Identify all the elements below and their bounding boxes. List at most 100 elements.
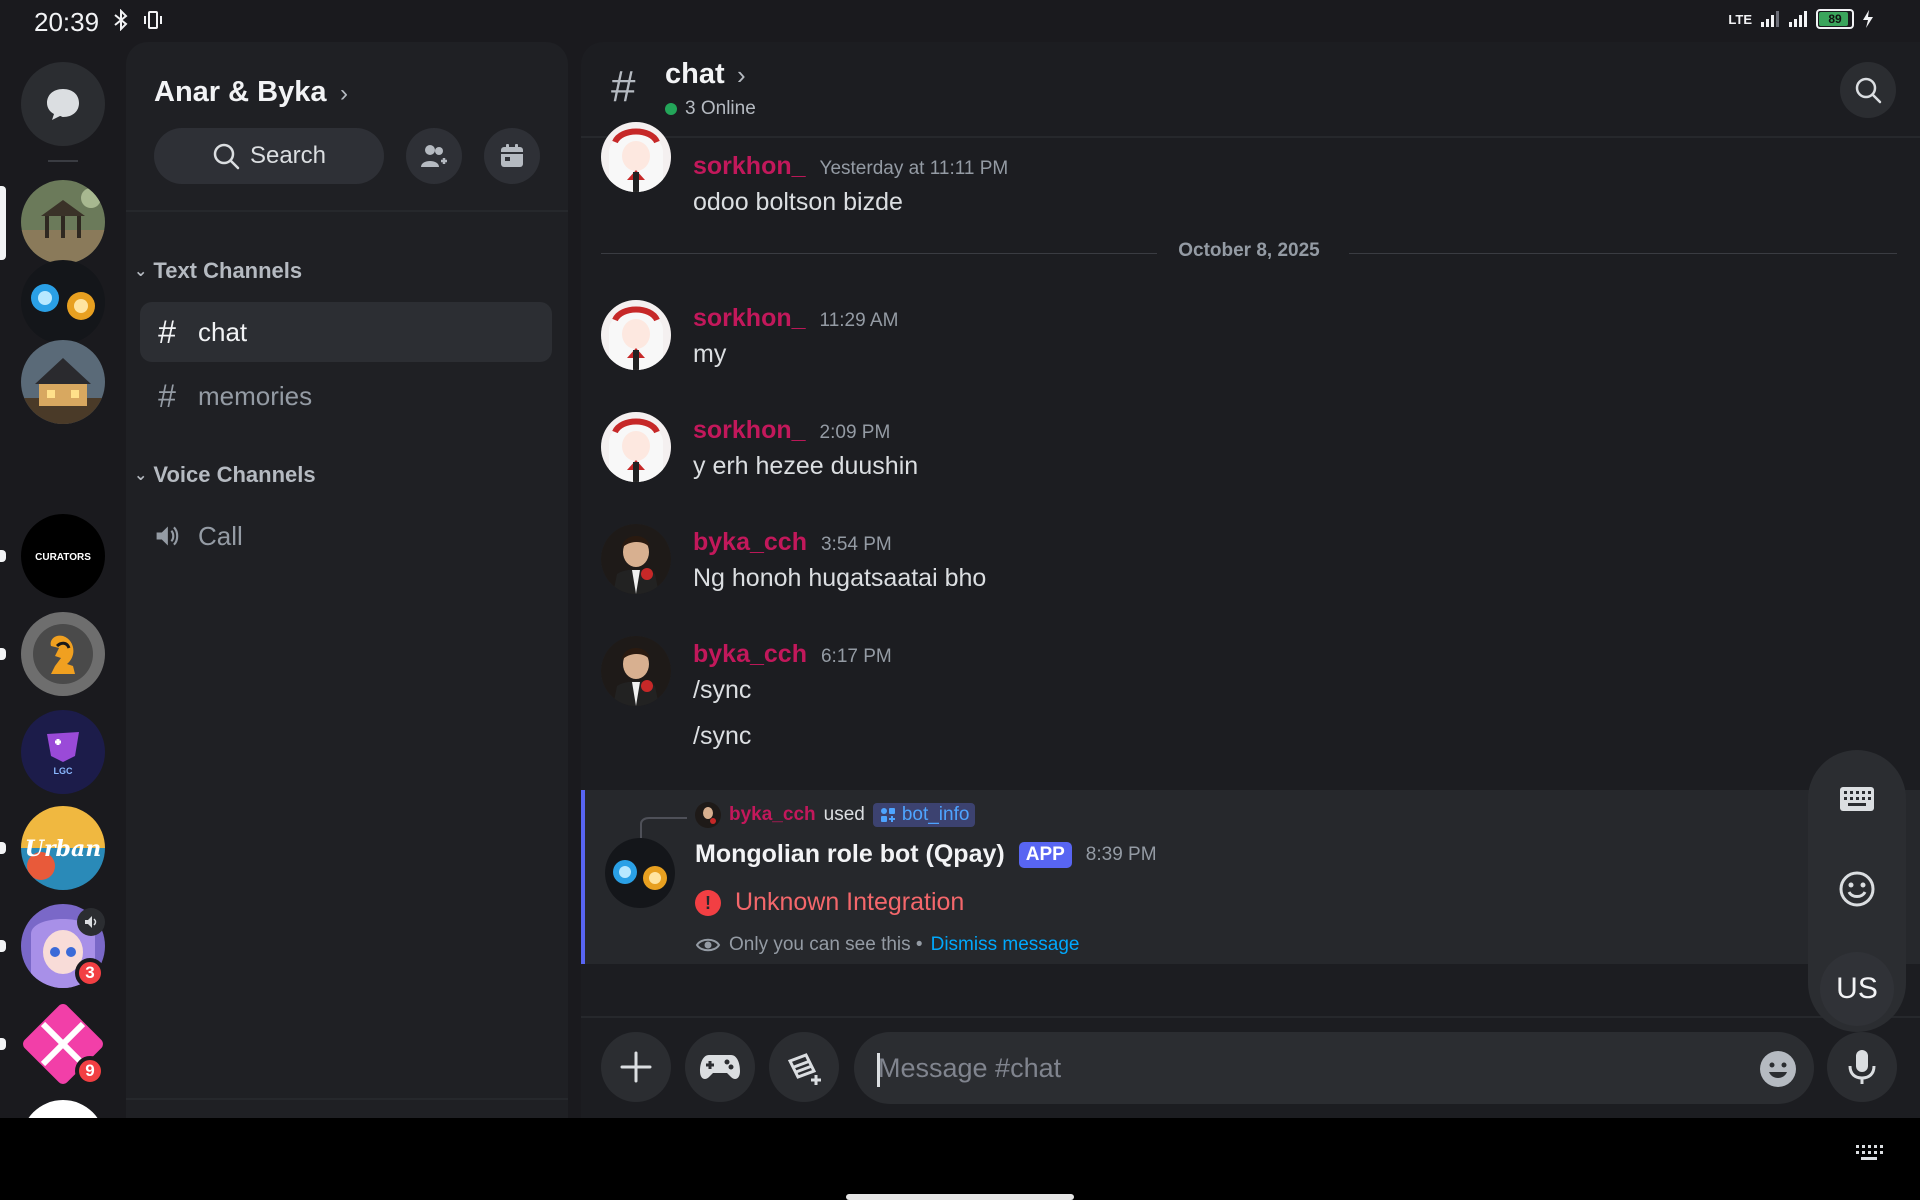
server-urban[interactable]: Urban bbox=[21, 806, 105, 890]
avatar[interactable] bbox=[601, 300, 671, 370]
server-tiktok-icon bbox=[28, 1100, 98, 1118]
system-navigation-bar bbox=[0, 1118, 1920, 1200]
message[interactable]: byka_cch 6:17 PM /sync /sync bbox=[601, 636, 1901, 776]
divider bbox=[126, 210, 568, 212]
keyboard-button[interactable] bbox=[1808, 774, 1906, 824]
unread-indicator bbox=[0, 842, 6, 854]
server-house[interactable] bbox=[21, 340, 105, 424]
emoji-keyboard-button[interactable] bbox=[1808, 864, 1906, 914]
channel-chat[interactable]: # chat bbox=[140, 302, 552, 362]
channel-memories[interactable]: # memories bbox=[140, 366, 552, 426]
dismiss-message-link[interactable]: Dismiss message bbox=[931, 934, 1080, 956]
username[interactable]: byka_cch bbox=[693, 528, 807, 557]
signal-icon bbox=[1761, 11, 1779, 27]
avatar[interactable] bbox=[601, 122, 671, 192]
server-anime[interactable]: 3 bbox=[21, 904, 105, 988]
server-curators-label: CURATORS bbox=[35, 552, 91, 563]
message-text: my bbox=[693, 340, 727, 368]
server-lgc-label: LGC bbox=[54, 766, 73, 776]
message-input[interactable] bbox=[854, 1032, 1814, 1104]
username[interactable]: sorkhon_ bbox=[693, 416, 806, 445]
message-text: /sync bbox=[693, 722, 752, 750]
category-text-channels[interactable]: ⌄ Text Channels bbox=[134, 258, 302, 284]
server-pink[interactable]: 9 bbox=[21, 1002, 105, 1086]
app-launcher-icon bbox=[787, 1053, 821, 1085]
message[interactable]: byka_cch 3:54 PM Ng honoh hugatsaatai bh… bbox=[601, 524, 1901, 614]
category-label: Voice Channels bbox=[153, 462, 316, 487]
channel-title[interactable]: chat bbox=[665, 58, 725, 91]
user-avatar-icon bbox=[601, 412, 671, 482]
username[interactable]: byka_cch bbox=[693, 640, 807, 669]
unread-indicator bbox=[0, 1038, 6, 1050]
keyboard-icon bbox=[1840, 787, 1874, 811]
message[interactable]: sorkhon_ 2:09 PM y erh hezee duushin bbox=[601, 412, 1901, 502]
message[interactable]: sorkhon_ Yesterday at 11:11 PM odoo bolt… bbox=[601, 122, 1901, 238]
bot-avatar[interactable] bbox=[605, 838, 675, 908]
avatar[interactable] bbox=[601, 524, 671, 594]
vibrate-icon bbox=[144, 11, 162, 29]
message-text: Ng honoh hugatsaatai bho bbox=[693, 564, 987, 592]
used-word: used bbox=[823, 804, 865, 825]
apps-button[interactable] bbox=[769, 1032, 839, 1102]
command-chip[interactable]: bot_info bbox=[872, 803, 976, 827]
chat-panel: # chat › 3 Online sorkhon_ Yesterday at … bbox=[581, 42, 1920, 1118]
speaker-icon bbox=[156, 526, 179, 546]
search-button[interactable] bbox=[1840, 62, 1896, 118]
events-button[interactable] bbox=[484, 128, 540, 184]
server-chess[interactable] bbox=[21, 612, 105, 696]
message-text: y erh hezee duushin bbox=[693, 452, 919, 480]
eye-icon bbox=[695, 938, 721, 952]
charging-icon bbox=[1863, 10, 1873, 28]
username[interactable]: sorkhon_ bbox=[693, 152, 806, 181]
voice-message-button[interactable] bbox=[1827, 1032, 1897, 1102]
mention-badge: 3 bbox=[75, 958, 105, 988]
server-lgc-icon: LGC bbox=[21, 710, 105, 794]
channel-call[interactable]: Call bbox=[140, 506, 552, 566]
emoji-button[interactable] bbox=[1759, 1050, 1797, 1093]
keyboard-layout-button[interactable]: US bbox=[1820, 952, 1894, 1026]
server-orbs[interactable] bbox=[21, 260, 105, 344]
chat-header: # chat › 3 Online bbox=[581, 42, 1920, 138]
category-voice-channels[interactable]: ⌄ Voice Channels bbox=[134, 462, 316, 488]
server-curators[interactable]: CURATORS bbox=[21, 514, 105, 598]
server-house-icon bbox=[21, 340, 105, 424]
username[interactable]: sorkhon_ bbox=[693, 304, 806, 333]
timestamp: 3:54 PM bbox=[820, 534, 892, 555]
channel-label: memories bbox=[198, 380, 313, 411]
add-user-icon bbox=[421, 145, 447, 167]
avatar[interactable] bbox=[601, 636, 671, 706]
rail-separator bbox=[48, 160, 78, 162]
bot-name[interactable]: Mongolian role bot (Qpay) bbox=[695, 840, 1005, 869]
search-button[interactable]: Search bbox=[154, 128, 384, 184]
add-members-button[interactable] bbox=[406, 128, 462, 184]
timestamp: 2:09 PM bbox=[819, 422, 891, 443]
guild-name[interactable]: Anar & Byka bbox=[154, 76, 326, 109]
search-icon bbox=[1855, 77, 1882, 104]
add-attachment-button[interactable] bbox=[601, 1032, 671, 1102]
bluetooth-icon bbox=[114, 9, 128, 31]
server-lgc[interactable]: LGC bbox=[21, 710, 105, 794]
date-divider: October 8, 2025 bbox=[601, 238, 1897, 268]
message-text: odoo boltson bizde bbox=[693, 188, 903, 216]
online-count: 3 Online bbox=[665, 98, 756, 120]
message[interactable]: sorkhon_ 11:29 AM my bbox=[601, 300, 1901, 390]
message-text: /sync bbox=[693, 676, 752, 704]
home-gesture-pill[interactable] bbox=[846, 1194, 1074, 1200]
server-tiktok[interactable] bbox=[21, 1100, 105, 1118]
user-avatar-icon bbox=[601, 122, 671, 192]
direct-messages-button[interactable] bbox=[21, 62, 105, 146]
search-label: Search bbox=[249, 142, 327, 169]
server-gazebo-icon bbox=[21, 180, 105, 264]
activities-button[interactable] bbox=[685, 1032, 755, 1102]
avatar[interactable] bbox=[601, 412, 671, 482]
used-by-username[interactable]: byka_cch bbox=[729, 804, 816, 826]
hash-icon: # bbox=[158, 377, 176, 414]
plus-icon bbox=[620, 1051, 652, 1083]
chevron-right-icon: › bbox=[340, 80, 348, 107]
server-gazebo[interactable] bbox=[21, 180, 105, 264]
command-used-line: byka_cch used bot_info bbox=[695, 802, 976, 828]
keyboard-switch-button[interactable] bbox=[1854, 1142, 1884, 1167]
bot-ephemeral-message[interactable]: byka_cch used bot_info Mongolian role bo… bbox=[581, 790, 1920, 964]
unread-indicator bbox=[0, 648, 6, 660]
unread-indicator bbox=[0, 940, 6, 952]
